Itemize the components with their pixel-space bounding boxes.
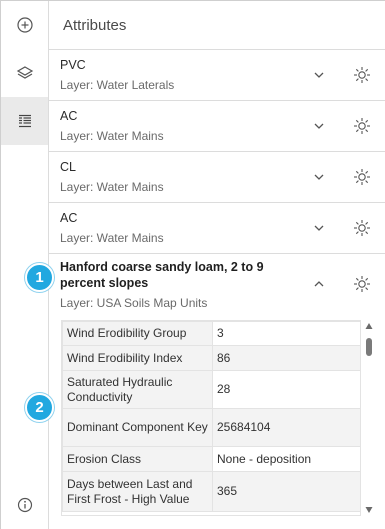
callout-badge: 1	[25, 263, 54, 292]
feature-item[interactable]: AC Layer: Water Mains	[49, 101, 385, 152]
add-button[interactable]	[1, 1, 48, 49]
highlight-sun-icon[interactable]	[353, 168, 371, 186]
feature-item[interactable]: AC Layer: Water Mains	[49, 203, 385, 254]
table-row: Wind Erodibility Index 86	[62, 345, 360, 371]
attribute-table: Wind Erodibility Group 3 Wind Erodibilit…	[61, 320, 361, 516]
panel-title: Attributes	[63, 16, 127, 34]
attribute-value: 365	[212, 471, 360, 512]
feature-layer: Layer: Water Mains	[60, 129, 164, 143]
feature-item[interactable]: PVC Layer: Water Laterals	[49, 50, 385, 101]
attributes-button[interactable]	[1, 97, 48, 145]
highlight-sun-icon[interactable]	[353, 66, 371, 84]
scroll-down-icon[interactable]	[365, 506, 373, 514]
feature-title: PVC	[60, 58, 86, 72]
feature-title: CL	[60, 160, 76, 174]
attribute-list-icon	[18, 114, 31, 128]
feature-layer: Layer: USA Soils Map Units	[60, 296, 208, 310]
feature-layer: Layer: Water Mains	[60, 231, 164, 245]
attributes-panel: Attributes PVC Layer: Water Laterals AC …	[49, 1, 385, 529]
chevron-down-icon[interactable]	[311, 118, 327, 134]
highlight-sun-icon[interactable]	[353, 219, 371, 237]
layers-icon	[16, 66, 33, 79]
attribute-key: Wind Erodibility Index	[62, 345, 213, 371]
scrollbar-thumb[interactable]	[366, 338, 372, 356]
add-circle-icon	[16, 17, 33, 33]
scroll-up-icon[interactable]	[365, 322, 373, 330]
chevron-down-icon[interactable]	[311, 67, 327, 83]
callout-badge: 2	[25, 393, 54, 422]
table-row: Erosion Class None - deposition	[62, 446, 360, 472]
feature-layer: Layer: Water Laterals	[60, 78, 175, 92]
panel-header: Attributes	[49, 1, 385, 50]
attribute-key: Erosion Class	[62, 446, 213, 472]
feature-title: Hanford coarse sandy loam, 2 to 9 percen…	[60, 260, 264, 290]
attribute-value: None - deposition	[212, 446, 360, 472]
highlight-sun-icon[interactable]	[353, 117, 371, 135]
chevron-up-icon[interactable]	[311, 276, 327, 292]
attribute-key: Days between Last and First Frost - High…	[62, 471, 213, 512]
app-frame: Attributes PVC Layer: Water Laterals AC …	[0, 0, 385, 529]
table-row: Dominant Component Key 25684104	[62, 408, 360, 447]
info-icon	[17, 497, 32, 513]
table-scrollbar[interactable]	[363, 320, 375, 516]
layers-button[interactable]	[1, 49, 48, 97]
attribute-value: 86	[212, 345, 360, 371]
chevron-down-icon[interactable]	[311, 169, 327, 185]
attribute-key: Saturated Hydraulic Conductivity	[62, 370, 213, 409]
chevron-down-icon[interactable]	[311, 220, 327, 236]
attribute-value: 3	[212, 321, 360, 346]
attribute-value: 25684104	[212, 408, 360, 447]
feature-layer: Layer: Water Mains	[60, 180, 164, 194]
info-button[interactable]	[1, 481, 48, 529]
feature-title: AC	[60, 109, 78, 123]
table-row: Wind Erodibility Group 3	[62, 321, 360, 346]
feature-item-expanded[interactable]: Hanford coarse sandy loam, 2 to 9 percen…	[49, 254, 385, 520]
feature-title: AC	[60, 211, 78, 225]
feature-item[interactable]: CL Layer: Water Mains	[49, 152, 385, 203]
attribute-value: 28	[212, 370, 360, 409]
table-row: Days between Last and First Frost - High…	[62, 471, 360, 512]
attribute-key: Dominant Component Key	[62, 408, 213, 447]
attribute-key: Wind Erodibility Group	[62, 321, 213, 346]
table-row: Saturated Hydraulic Conductivity 28	[62, 370, 360, 409]
highlight-sun-icon[interactable]	[353, 275, 371, 293]
